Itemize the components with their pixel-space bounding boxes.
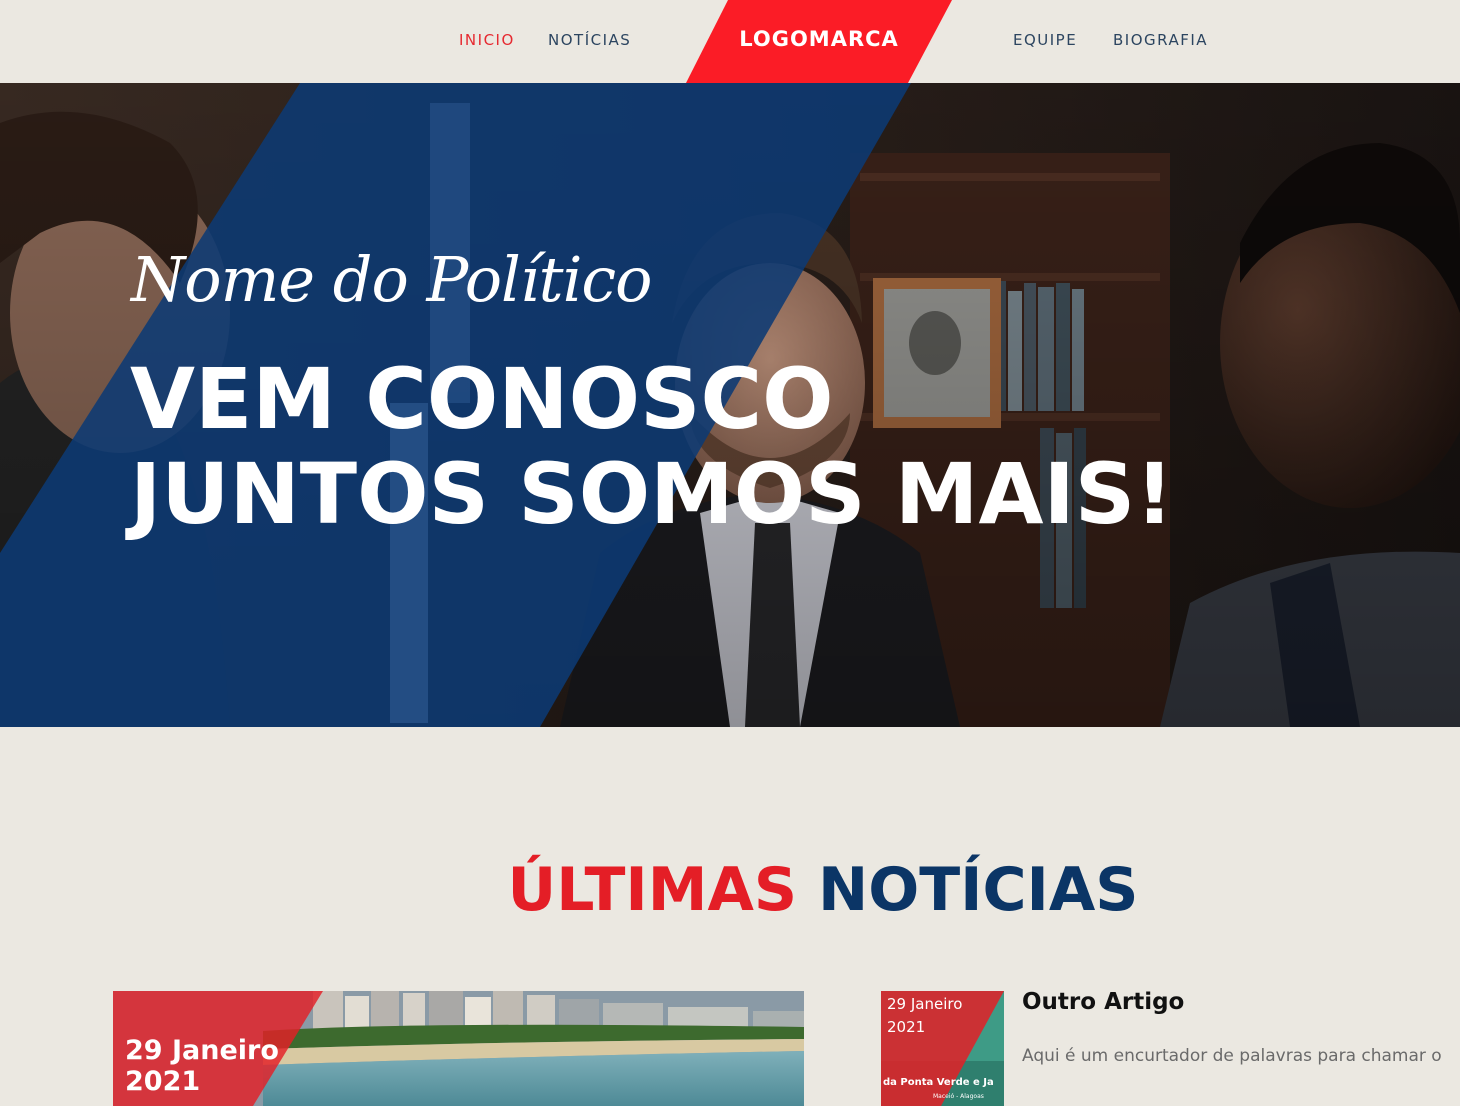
- nav-link-noticias[interactable]: NOTÍCIAS: [548, 31, 631, 49]
- article-thumbnail[interactable]: 29 Janeiro 2021 da Ponta Verde e Ja Mace…: [881, 991, 1004, 1106]
- hero-headline-line2: JUNTOS SOMOS MAIS!: [130, 445, 1174, 543]
- politician-name: Nome do Político: [131, 243, 652, 316]
- featured-news-date: 29 Janeiro 2021: [125, 1035, 279, 1097]
- logo-text: LOGOMARCA: [739, 27, 899, 51]
- featured-news-card[interactable]: 29 Janeiro 2021: [113, 991, 804, 1106]
- article-date-line1: 29 Janeiro: [887, 995, 963, 1013]
- nav-link-biografia[interactable]: BIOGRAFIA: [1113, 31, 1208, 49]
- nav-link-equipe[interactable]: EQUIPE: [1013, 31, 1077, 49]
- site-header: INICIO NOTÍCIAS LOGOMARCA EQUIPE BIOGRAF…: [0, 0, 1460, 83]
- article-thumbnail-caption: da Ponta Verde e Ja: [883, 1077, 994, 1088]
- hero-headline-line1: VEM CONOSCO: [130, 350, 834, 448]
- nav-link-inicio[interactable]: INICIO: [459, 31, 515, 49]
- article-excerpt: Aqui é um encurtador de palavras para ch…: [1022, 1046, 1442, 1066]
- article-date-line2: 2021: [887, 1018, 926, 1036]
- latest-news-heading-part2: NOTÍCIAS: [818, 855, 1139, 925]
- latest-news-heading-part1: ÚLTIMAS: [507, 855, 798, 925]
- featured-news-date-line1: 29 Janeiro: [125, 1035, 279, 1066]
- featured-news-date-line2: 2021: [125, 1066, 201, 1097]
- article-title[interactable]: Outro Artigo: [1022, 989, 1184, 1015]
- logo[interactable]: LOGOMARCA: [686, 0, 952, 83]
- article-thumbnail-subcaption: Maceió - Alagoas: [933, 1093, 984, 1100]
- article-date: 29 Janeiro 2021: [887, 993, 962, 1039]
- latest-news-heading: ÚLTIMAS NOTÍCIAS: [0, 855, 1460, 925]
- hero-banner: Nome do Político VEM CONOSCO JUNTOS SOMO…: [0, 83, 1460, 727]
